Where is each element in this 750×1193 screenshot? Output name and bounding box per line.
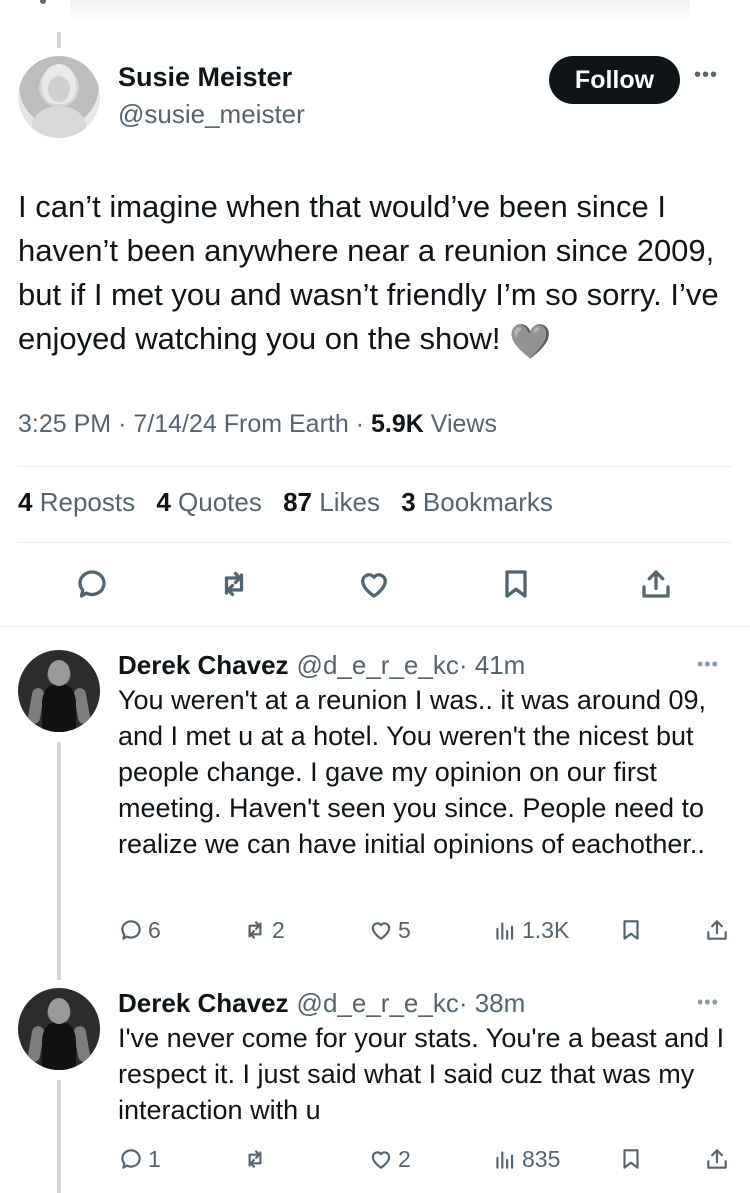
meta-separator: ·: [355, 410, 371, 438]
like-count: 2: [398, 1145, 411, 1172]
like-icon: [371, 1151, 391, 1169]
author-name[interactable]: Susie Meister: [118, 62, 292, 93]
more-options-icon[interactable]: •••: [697, 992, 719, 1013]
section-divider: [0, 626, 750, 627]
previous-tweet-fade: [70, 0, 690, 22]
reply-author-name[interactable]: Derek Chavez: [118, 988, 289, 1018]
avatar[interactable]: [18, 56, 100, 138]
reply-count: 6: [148, 916, 161, 943]
avatar-torso: [42, 1022, 76, 1070]
reply-author-handle[interactable]: @d_e_r_e_kc: [297, 988, 459, 1018]
follow-button[interactable]: Follow: [549, 56, 680, 104]
bookmark-icon[interactable]: [494, 562, 538, 606]
stat-count: 87: [283, 487, 313, 517]
stat-count: 4: [156, 487, 171, 517]
thread-connector: [57, 1080, 61, 1193]
avatar[interactable]: [18, 650, 100, 732]
reply-button[interactable]: 1: [118, 1143, 161, 1175]
stat-bookmarks[interactable]: 3 Bookmarks: [401, 487, 553, 517]
views-icon: [496, 922, 514, 940]
like-icon: [371, 922, 391, 940]
avatar-body: [32, 106, 86, 138]
tweet-text: I can’t imagine when that would’ve been …: [18, 185, 738, 364]
share-icon[interactable]: [634, 562, 678, 606]
main-tweet-header: Susie Meister @susie_meister Follow •••: [18, 56, 732, 140]
views-icon: [496, 1151, 514, 1169]
share-button[interactable]: [704, 1143, 730, 1175]
avatar-torso: [42, 684, 76, 732]
repost-icon: [248, 921, 262, 939]
stat-count: 3: [401, 487, 416, 517]
avatar-head: [48, 998, 70, 1024]
repost-button[interactable]: [242, 1143, 272, 1175]
reply-author-name[interactable]: Derek Chavez: [118, 650, 289, 680]
reply-count: 1: [148, 1145, 161, 1172]
views-button[interactable]: 835: [492, 1143, 560, 1175]
reply-time[interactable]: · 38m: [459, 988, 525, 1018]
reply-action-bar: 6 2 5 1.3K: [0, 914, 750, 946]
views-label: Views: [430, 410, 497, 438]
reply-icon: [121, 920, 141, 940]
repost-icon[interactable]: [212, 562, 256, 606]
views-button[interactable]: 1.3K: [492, 914, 569, 946]
back-arrow-fragment: [40, 0, 46, 4]
thread-connector: [57, 32, 61, 48]
repost-button[interactable]: 2: [242, 914, 285, 946]
bookmark-button[interactable]: [618, 1143, 644, 1175]
views-count: 835: [522, 1145, 561, 1172]
like-icon[interactable]: [352, 562, 396, 606]
reply-author-handle[interactable]: @d_e_r_e_kc: [297, 650, 459, 680]
reply-time[interactable]: · 41m: [459, 650, 525, 680]
bookmark-icon: [623, 1149, 639, 1169]
avatar-head: [48, 660, 70, 686]
reply-text: I've never come for your stats. You're a…: [118, 1023, 725, 1125]
stat-label: Reposts: [39, 487, 136, 517]
stat-label: Quotes: [178, 487, 262, 517]
share-icon: [707, 1149, 727, 1169]
tweet-source: From Earth: [223, 410, 349, 438]
stat-count: 4: [18, 487, 33, 517]
avatar-face: [48, 76, 70, 102]
bookmark-button[interactable]: [618, 914, 644, 946]
repost-icon: [248, 1150, 262, 1168]
stat-label: Bookmarks: [422, 487, 553, 517]
share-icon: [707, 920, 727, 940]
reply-header: Derek Chavez @d_e_r_e_kc· 41m: [118, 650, 525, 681]
reply-button[interactable]: 6: [118, 914, 161, 946]
share-button[interactable]: [704, 914, 730, 946]
reply-action-bar: 1 2 835: [0, 1143, 750, 1175]
meta-separator: ·: [118, 410, 134, 438]
like-count: 5: [398, 916, 411, 943]
like-button[interactable]: 5: [368, 914, 411, 946]
repost-count: 2: [272, 916, 285, 943]
author-handle[interactable]: @susie_meister: [118, 99, 305, 130]
tweet-text-body: I can’t imagine when that would’ve been …: [18, 189, 719, 356]
reply-text: You weren't at a reunion I was.. it was …: [118, 685, 707, 859]
stat-likes[interactable]: 87 Likes: [283, 487, 380, 517]
reply-icon[interactable]: [70, 562, 114, 606]
grey-heart-emoji: 🩶: [509, 323, 552, 361]
divider: [18, 542, 732, 543]
stat-quotes[interactable]: 4 Quotes: [156, 487, 262, 517]
reply-icon: [121, 1149, 141, 1169]
reply-header: Derek Chavez @d_e_r_e_kc· 38m: [118, 988, 525, 1019]
stat-reposts[interactable]: 4 Reposts: [18, 487, 135, 517]
like-button[interactable]: 2: [368, 1143, 411, 1175]
views-count: 1.3K: [522, 916, 570, 943]
views-count: 5.9K: [370, 410, 424, 438]
bookmark-icon: [623, 920, 639, 940]
divider: [18, 466, 732, 467]
engagement-stats: 4 Reposts 4 Quotes 87 Likes 3 Bookmarks: [18, 487, 567, 518]
tweet-action-bar: [0, 562, 750, 612]
tweet-meta: 3:25 PM · 7/14/24 From Earth · 5.9K View…: [18, 410, 497, 439]
more-options-icon[interactable]: •••: [697, 654, 719, 675]
tweet-time[interactable]: 3:25 PM: [18, 410, 111, 438]
tweet-date[interactable]: 7/14/24: [133, 410, 216, 438]
more-options-icon[interactable]: •••: [694, 64, 718, 87]
avatar[interactable]: [18, 988, 100, 1070]
stat-label: Likes: [319, 487, 380, 517]
